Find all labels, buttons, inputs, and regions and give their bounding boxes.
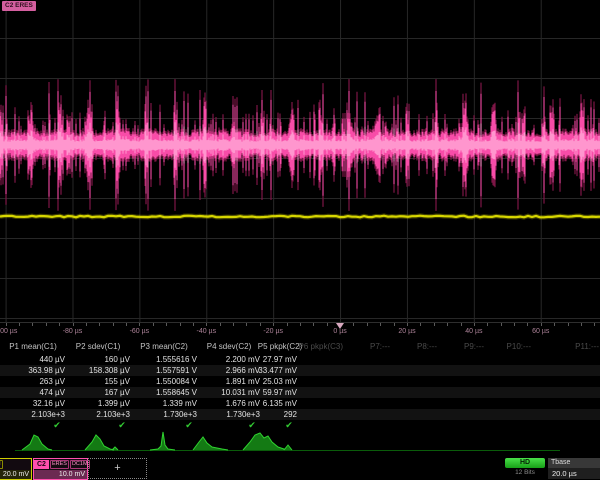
measurement-status-cell: ✔: [285, 421, 293, 430]
axis-minor-tick: [59, 323, 60, 326]
axis-minor-tick: [193, 323, 194, 326]
measurement-header[interactable]: P4 sdev(C2): [207, 342, 251, 351]
axis-minor-tick: [313, 323, 314, 326]
axis-minor-tick: [6, 323, 7, 326]
measurement-status-cell: ✔: [185, 421, 193, 430]
measurement-histicons[interactable]: [0, 430, 600, 458]
channel-c2-label: C2: [34, 460, 49, 469]
channel-c2-descriptor[interactable]: C2 ERES DC1M 10.0 mV: [33, 458, 88, 480]
waveform-traces: [0, 0, 600, 322]
axis-minor-tick: [139, 323, 140, 326]
axis-minor-tick: [153, 323, 154, 326]
measurement-header-disabled[interactable]: P11:---: [539, 342, 599, 351]
axis-minor-tick: [260, 323, 261, 326]
axis-minor-tick: [166, 323, 167, 326]
hd-bits-label: 12 Bits: [505, 469, 545, 476]
axis-minor-tick: [220, 323, 221, 326]
axis-minor-tick: [126, 323, 127, 326]
x-tick-label: 40 µs: [465, 328, 482, 335]
channel-c1-coupling-badge: DC1M: [0, 460, 3, 469]
axis-minor-tick: [487, 323, 488, 326]
timebase-descriptor[interactable]: Tbase 20.0 µs: [548, 458, 600, 479]
axis-minor-tick: [527, 323, 528, 326]
axis-minor-tick: [86, 323, 87, 326]
x-tick-label: 0 µs: [333, 328, 346, 335]
oscilloscope-screen: C2 ERES -100 µs -80 µs -60 µs -40 µs -20 µs 0…: [0, 0, 600, 480]
add-trace-button[interactable]: +: [88, 458, 147, 479]
axis-minor-tick: [287, 323, 288, 326]
measurement-min-cell: 25.03 mV: [0, 377, 297, 386]
status-bar: C1 DC1M 20.0 mV C2 ERES DC1M 10.0 mV + H…: [0, 458, 600, 480]
axis-minor-tick: [46, 323, 47, 326]
channel-c1-descriptor[interactable]: C1 DC1M 20.0 mV: [0, 458, 32, 480]
measurement-table: P1 mean(C1) P2 sdev(C1) P3 mean(C2) P4 sdev…: [0, 339, 600, 431]
axis-minor-tick: [541, 323, 542, 326]
axis-minor-tick: [353, 323, 354, 326]
axis-minor-tick: [367, 323, 368, 326]
x-tick-label: -40 µs: [196, 328, 216, 335]
x-tick-label: 20 µs: [398, 328, 415, 335]
axis-minor-tick: [327, 323, 328, 326]
x-tick-label: -100 µs: [0, 328, 17, 335]
timebase-label: Tbase: [548, 458, 600, 468]
measurement-status-cell: ✔: [53, 421, 61, 430]
axis-minor-tick: [380, 323, 381, 326]
measurement-header[interactable]: P1 mean(C1): [9, 342, 57, 351]
time-axis: -100 µs -80 µs -60 µs -40 µs -20 µs 0 µs 20 µs…: [0, 322, 600, 340]
channel-c2-eres-badge: ERES: [50, 460, 69, 469]
axis-minor-tick: [474, 323, 475, 326]
channel-c1-scale: 20.0 mV: [0, 470, 31, 479]
axis-minor-tick: [180, 323, 181, 326]
axis-minor-tick: [554, 323, 555, 326]
axis-minor-tick: [514, 323, 515, 326]
hd-mode-badge[interactable]: HD: [505, 458, 545, 468]
axis-minor-tick: [434, 323, 435, 326]
x-tick-label: 60 µs: [532, 328, 549, 335]
measurement-header[interactable]: P2 sdev(C1): [76, 342, 120, 351]
axis-minor-tick: [420, 323, 421, 326]
measurement-num-cell: 292: [0, 410, 297, 419]
measurement-header[interactable]: P3 mean(C2): [140, 342, 188, 351]
trace-annotation-badge[interactable]: C2 ERES: [2, 1, 36, 11]
channel-c2-scale: 10.0 mV: [34, 470, 87, 479]
axis-minor-tick: [407, 323, 408, 326]
measurement-max-cell: 59.97 mV: [0, 388, 297, 397]
x-tick-label: -60 µs: [130, 328, 150, 335]
measurement-value-cell: 27.97 mV: [0, 355, 297, 364]
measurement-header-disabled[interactable]: P10:---: [471, 342, 531, 351]
axis-minor-tick: [594, 323, 595, 326]
axis-minor-tick: [447, 323, 448, 326]
timebase-value: 20.0 µs: [548, 468, 600, 479]
axis-minor-tick: [501, 323, 502, 326]
axis-minor-tick: [73, 323, 74, 326]
x-tick-label: -20 µs: [263, 328, 283, 335]
trigger-time-marker[interactable]: [336, 323, 344, 329]
axis-minor-tick: [273, 323, 274, 326]
axis-minor-tick: [394, 323, 395, 326]
axis-minor-tick: [568, 323, 569, 326]
axis-minor-tick: [461, 323, 462, 326]
axis-minor-tick: [246, 323, 247, 326]
waveform-grid[interactable]: C2 ERES: [0, 0, 600, 322]
measurement-status-cell: ✔: [248, 421, 256, 430]
measurement-status-cell: ✔: [118, 421, 126, 430]
axis-minor-tick: [113, 323, 114, 326]
x-tick-label: -80 µs: [63, 328, 83, 335]
axis-minor-tick: [233, 323, 234, 326]
axis-minor-tick: [206, 323, 207, 326]
axis-minor-tick: [99, 323, 100, 326]
channel-c2-coupling-badge: DC1M: [70, 460, 90, 469]
axis-minor-tick: [32, 323, 33, 326]
axis-minor-tick: [19, 323, 20, 326]
axis-minor-tick: [300, 323, 301, 326]
axis-minor-tick: [581, 323, 582, 326]
measurement-mean-cell: 33.477 mV: [0, 366, 297, 375]
measurement-sdev-cell: 6.135 mV: [0, 399, 297, 408]
